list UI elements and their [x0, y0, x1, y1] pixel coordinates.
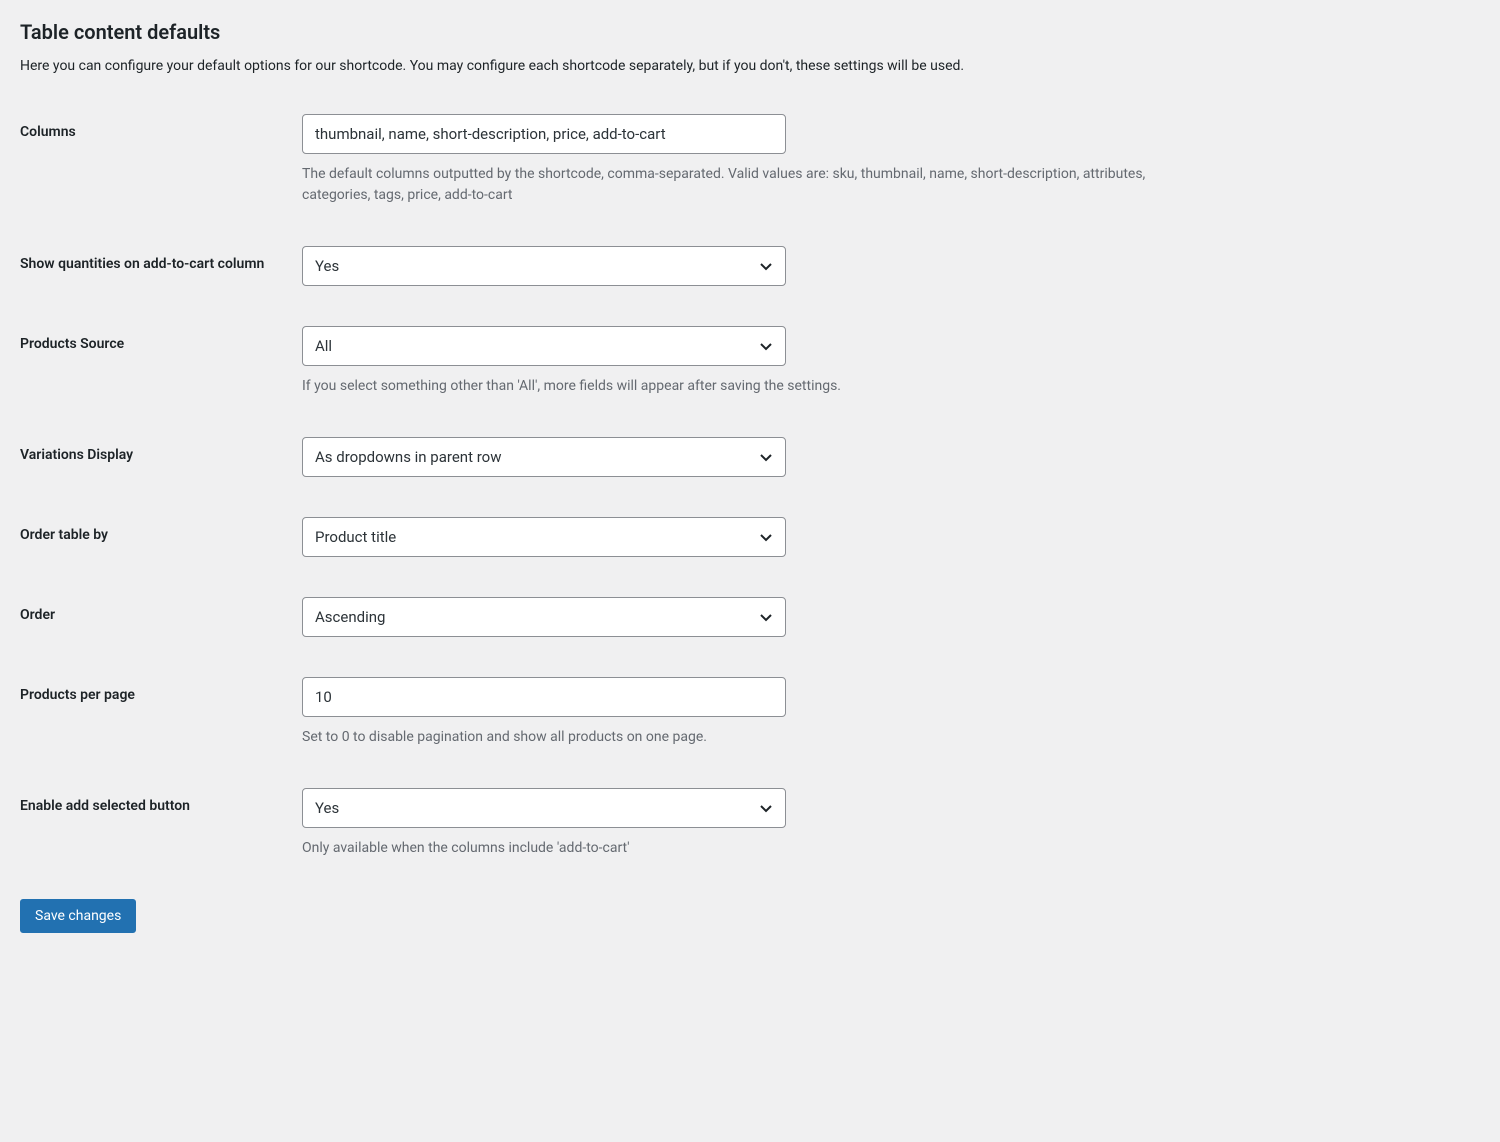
field-row-variations-display: Variations Display As dropdowns in paren… [20, 437, 1480, 477]
order-by-field-wrapper: Product title [302, 517, 1202, 557]
order-label: Order [20, 597, 302, 626]
field-row-order-by: Order table by Product title [20, 517, 1480, 557]
variations-display-select-wrapper: As dropdowns in parent row [302, 437, 786, 477]
show-quantities-label: Show quantities on add-to-cart column [20, 246, 302, 275]
products-source-select[interactable]: All [302, 326, 786, 366]
order-by-label: Order table by [20, 517, 302, 546]
order-by-select[interactable]: Product title [302, 517, 786, 557]
order-select-wrapper: Ascending [302, 597, 786, 637]
field-row-columns: Columns The default columns outputted by… [20, 114, 1480, 206]
products-per-page-label: Products per page [20, 677, 302, 706]
form-actions: Save changes [20, 899, 1480, 933]
show-quantities-field-wrapper: Yes [302, 246, 1202, 286]
variations-display-select[interactable]: As dropdowns in parent row [302, 437, 786, 477]
enable-add-selected-field-wrapper: Yes Only available when the columns incl… [302, 788, 1202, 859]
products-per-page-input[interactable] [302, 677, 786, 717]
enable-add-selected-description: Only available when the columns include … [302, 838, 1202, 859]
products-source-description: If you select something other than 'All'… [302, 376, 1202, 397]
order-select[interactable]: Ascending [302, 597, 786, 637]
columns-label: Columns [20, 114, 302, 143]
field-row-products-per-page: Products per page Set to 0 to disable pa… [20, 677, 1480, 748]
products-per-page-description: Set to 0 to disable pagination and show … [302, 727, 1202, 748]
page-description: Here you can configure your default opti… [20, 58, 1480, 74]
order-by-select-wrapper: Product title [302, 517, 786, 557]
columns-description: The default columns outputted by the sho… [302, 164, 1202, 206]
columns-input[interactable] [302, 114, 786, 154]
show-quantities-select-wrapper: Yes [302, 246, 786, 286]
variations-display-field-wrapper: As dropdowns in parent row [302, 437, 1202, 477]
order-field-wrapper: Ascending [302, 597, 1202, 637]
enable-add-selected-label: Enable add selected button [20, 788, 302, 817]
field-row-products-source: Products Source All If you select someth… [20, 326, 1480, 397]
show-quantities-select[interactable]: Yes [302, 246, 786, 286]
field-row-order: Order Ascending [20, 597, 1480, 637]
products-source-select-wrapper: All [302, 326, 786, 366]
variations-display-label: Variations Display [20, 437, 302, 466]
enable-add-selected-select[interactable]: Yes [302, 788, 786, 828]
enable-add-selected-select-wrapper: Yes [302, 788, 786, 828]
save-button[interactable]: Save changes [20, 899, 136, 933]
field-row-enable-add-selected: Enable add selected button Yes Only avai… [20, 788, 1480, 859]
products-per-page-field-wrapper: Set to 0 to disable pagination and show … [302, 677, 1202, 748]
products-source-label: Products Source [20, 326, 302, 355]
page-title: Table content defaults [20, 20, 1480, 44]
settings-form: Columns The default columns outputted by… [20, 114, 1480, 859]
columns-field-wrapper: The default columns outputted by the sho… [302, 114, 1202, 206]
products-source-field-wrapper: All If you select something other than '… [302, 326, 1202, 397]
field-row-show-quantities: Show quantities on add-to-cart column Ye… [20, 246, 1480, 286]
